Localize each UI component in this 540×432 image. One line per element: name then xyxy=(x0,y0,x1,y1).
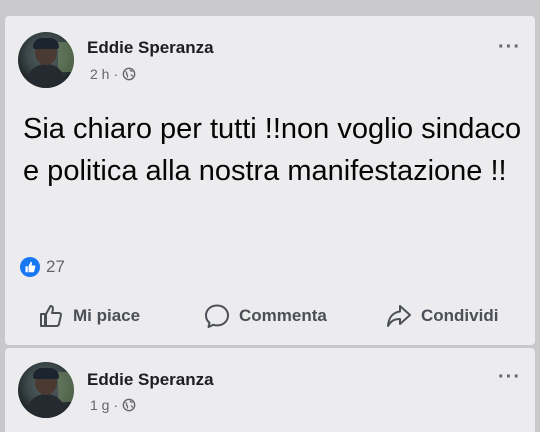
like-label: Mi piace xyxy=(73,306,141,325)
reaction-count: 27 xyxy=(46,257,65,276)
more-options-button[interactable]: ··· xyxy=(498,36,521,59)
globe-icon xyxy=(122,398,136,412)
thumbs-up-icon xyxy=(40,305,62,327)
author-name[interactable]: Eddie Speranza xyxy=(87,38,214,58)
more-options-button[interactable]: ··· xyxy=(498,366,521,389)
avatar[interactable] xyxy=(18,32,74,88)
post-text: Sia chiaro per tutti !!non voglio sindac… xyxy=(23,113,522,187)
share-icon xyxy=(387,305,411,327)
share-button[interactable]: Condividi xyxy=(385,302,498,330)
post-actions: Mi piace Commenta Condividi xyxy=(5,298,535,334)
share-label: Condividi xyxy=(421,306,499,325)
comment-icon xyxy=(205,304,229,328)
post-card: Eddie Speranza 2 h · ··· Sia chiaro per … xyxy=(5,16,535,345)
post-time[interactable]: 2 h xyxy=(90,66,109,82)
globe-icon xyxy=(122,67,136,81)
post-meta: 2 h · xyxy=(90,66,136,82)
author-name[interactable]: Eddie Speranza xyxy=(87,370,214,390)
like-button[interactable]: Mi piace xyxy=(37,302,140,330)
like-icon xyxy=(20,257,40,277)
comment-label: Commenta xyxy=(239,306,327,325)
post-card: Eddie Speranza 1 g · ··· xyxy=(5,348,535,432)
post-meta: 1 g · xyxy=(90,397,136,413)
comment-button[interactable]: Commenta xyxy=(203,302,327,330)
meta-separator: · xyxy=(113,66,119,82)
meta-separator: · xyxy=(113,397,119,413)
reactions-summary[interactable]: 27 xyxy=(20,257,65,277)
post-time[interactable]: 1 g xyxy=(90,397,109,413)
avatar[interactable] xyxy=(18,362,74,418)
